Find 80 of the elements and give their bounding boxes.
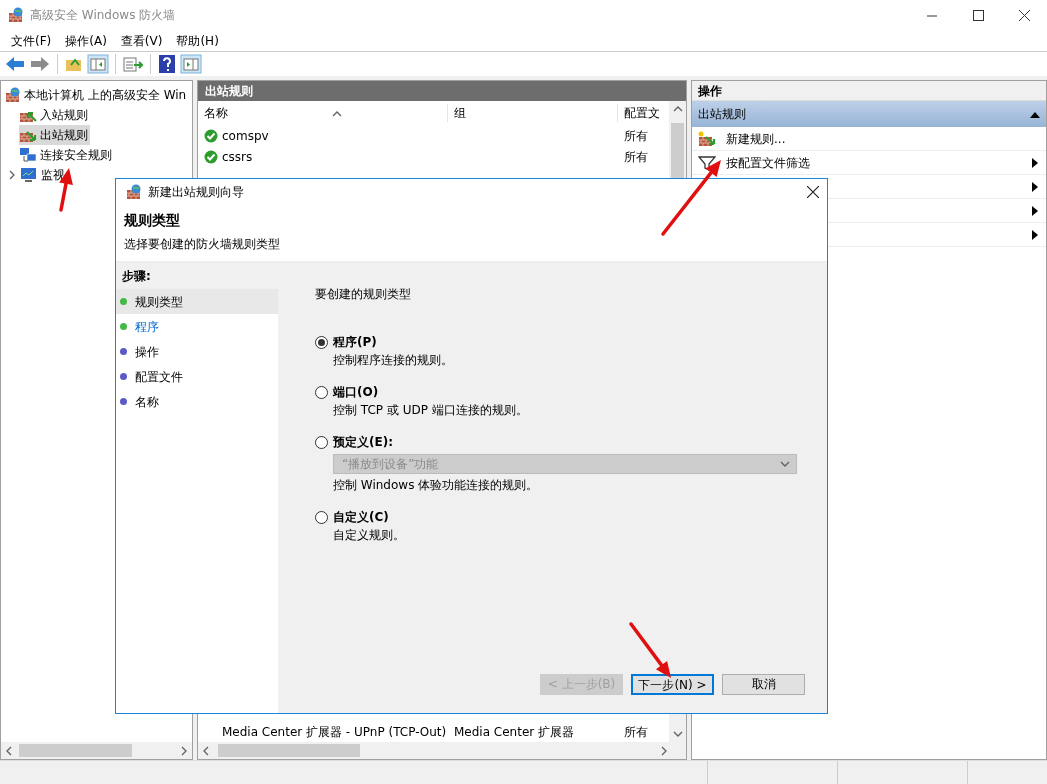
column-header[interactable]: 配置文 bbox=[618, 104, 668, 122]
dialog-title: 新建出站规则向导 bbox=[148, 183, 244, 201]
scroll-left-icon[interactable] bbox=[4, 745, 14, 756]
option-description: 控制 Windows 体验功能连接的规则。 bbox=[332, 477, 540, 494]
radio-button[interactable] bbox=[315, 385, 328, 399]
wizard-step[interactable]: 规则类型 bbox=[116, 289, 278, 314]
pane-header: 操作 bbox=[692, 81, 1046, 101]
radio-button[interactable] bbox=[315, 335, 328, 349]
table-cell-text: comspv bbox=[222, 127, 269, 145]
dialog-subtitle: 选择要创建的防火墙规则类型 bbox=[124, 236, 281, 253]
option-description: 控制 TCP 或 UDP 端口连接的规则。 bbox=[332, 402, 529, 419]
scroll-right-icon[interactable] bbox=[659, 745, 669, 756]
prompt-text: 要创建的规则类型 bbox=[315, 286, 412, 303]
option-label[interactable]: 程序(P) bbox=[333, 333, 377, 351]
forward-icon[interactable] bbox=[29, 54, 51, 74]
scroll-left-icon[interactable] bbox=[201, 745, 211, 756]
firewall-icon bbox=[126, 183, 142, 200]
menu-item[interactable]: 查看(V) bbox=[113, 30, 170, 51]
wizard-step[interactable]: 名称 bbox=[116, 389, 278, 414]
wizard-step[interactable]: 程序 bbox=[116, 314, 278, 339]
close-icon[interactable] bbox=[1018, 9, 1030, 21]
wizard-step[interactable]: 操作 bbox=[116, 339, 278, 364]
menu-item[interactable]: 帮助(H) bbox=[169, 30, 226, 51]
table-cell-text: cssrs bbox=[222, 148, 253, 166]
pane-header: 出站规则 bbox=[198, 81, 686, 101]
filter-icon bbox=[698, 154, 716, 171]
scroll-up-icon[interactable] bbox=[672, 104, 683, 114]
submenu-arrow-icon[interactable] bbox=[1032, 181, 1038, 192]
menu-item[interactable]: 文件(F) bbox=[4, 30, 59, 51]
annotation-arrow bbox=[629, 622, 671, 678]
wizard-button[interactable]: 取消 bbox=[722, 674, 805, 695]
scroll-right-icon[interactable] bbox=[179, 745, 189, 756]
tree-pane-icon[interactable] bbox=[87, 54, 109, 74]
expand-icon[interactable] bbox=[7, 170, 17, 180]
steps-header: 步骤: bbox=[116, 263, 278, 289]
dialog-heading: 规则类型 bbox=[124, 211, 181, 230]
collapse-icon[interactable] bbox=[1030, 110, 1040, 118]
scrollbar-thumb[interactable] bbox=[19, 744, 132, 757]
table-cell: Media Center 扩展器 bbox=[454, 724, 575, 739]
sort-icon[interactable] bbox=[332, 109, 342, 119]
export-list-icon[interactable] bbox=[122, 54, 144, 74]
new-rule-icon bbox=[698, 130, 716, 147]
scrollbar-thumb[interactable] bbox=[218, 744, 360, 757]
table-cell: 所有 bbox=[624, 149, 648, 164]
wizard-button[interactable]: 下一步(N) > bbox=[631, 674, 714, 695]
tree-item[interactable]: 入站规则 bbox=[19, 105, 188, 125]
submenu-arrow-icon[interactable] bbox=[1032, 205, 1038, 216]
window-title: 高级安全 Windows 防火墙 bbox=[30, 7, 176, 24]
table-cell-text: Media Center 扩展器 - UPnP (TCP-Out) bbox=[222, 723, 447, 741]
computers-icon bbox=[19, 147, 37, 163]
firewall-icon bbox=[8, 7, 24, 23]
scroll-down-icon[interactable] bbox=[672, 729, 683, 739]
radio-button[interactable] bbox=[315, 510, 328, 524]
monitor-icon bbox=[20, 167, 38, 183]
wizard-step[interactable]: 配置文件 bbox=[116, 364, 278, 389]
maximize-icon[interactable] bbox=[972, 9, 984, 21]
column-header[interactable]: 组 bbox=[448, 104, 618, 122]
column-header[interactable]: 名称 bbox=[198, 104, 448, 122]
firewall-icon bbox=[5, 87, 21, 103]
option-label[interactable]: 预定义(E): bbox=[333, 433, 393, 451]
close-icon[interactable] bbox=[807, 185, 819, 198]
option-description: 控制程序连接的规则。 bbox=[332, 352, 454, 369]
submenu-arrow-icon[interactable] bbox=[1032, 157, 1038, 168]
menu-item[interactable]: 操作(A) bbox=[58, 30, 114, 51]
option-label[interactable]: 端口(O) bbox=[333, 383, 379, 401]
tree-item[interactable]: 连接安全规则 bbox=[19, 145, 188, 165]
option-label[interactable]: 自定义(C) bbox=[333, 508, 389, 526]
radio-button[interactable] bbox=[315, 435, 328, 449]
table-cell: 所有 bbox=[624, 128, 648, 143]
table-cell: 所有 bbox=[624, 724, 648, 739]
tree-item[interactable]: 出站规则 bbox=[19, 125, 90, 145]
horizontal-scrollbar[interactable] bbox=[198, 742, 686, 759]
back-icon[interactable] bbox=[4, 54, 26, 74]
submenu-arrow-icon[interactable] bbox=[1032, 229, 1038, 240]
horizontal-scrollbar[interactable] bbox=[1, 742, 192, 759]
help-icon[interactable] bbox=[157, 54, 177, 74]
tree-item[interactable]: 本地计算机 上的高级安全 Win bbox=[5, 85, 188, 105]
action-item[interactable]: 新建规则... bbox=[692, 127, 1046, 151]
section-header[interactable]: 出站规则 bbox=[692, 101, 1046, 127]
option-description: 自定义规则。 bbox=[332, 527, 406, 544]
